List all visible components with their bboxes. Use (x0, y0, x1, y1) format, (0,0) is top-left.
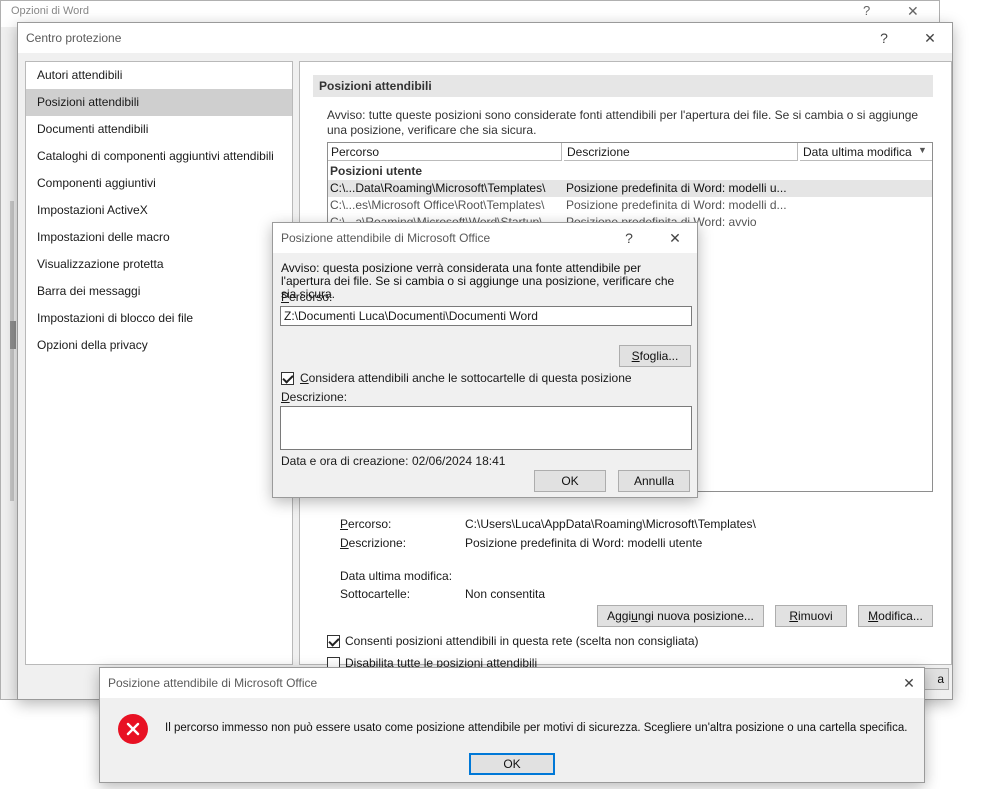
error-close-button[interactable]: ✕ (898, 672, 920, 694)
remove-location-button[interactable]: Rimuovi (775, 605, 847, 627)
nav-item[interactable]: Impostazioni di blocco dei file (26, 305, 292, 332)
row-description: Posizione predefinita di Word: modelli d… (566, 198, 787, 212)
trusted-location-path-input[interactable]: Z:\Documenti Luca\Documenti\Documenti Wo… (280, 306, 692, 326)
trusted-location-cancel-button[interactable]: Annulla (618, 470, 690, 492)
nav-item-label: Impostazioni di blocco dei file (37, 311, 194, 325)
nav-item[interactable]: Visualizzazione protetta (26, 251, 292, 278)
table-row[interactable]: C:\...es\Microsoft Office\Root\Templates… (328, 197, 932, 214)
nav-item-label: Autori attendibili (37, 68, 123, 82)
locations-warning: Avviso: tutte queste posizioni sono cons… (327, 108, 919, 137)
trusted-location-title: Posizione attendibile di Microsoft Offic… (281, 231, 491, 245)
detail-desc-value: Posizione predefinita di Word: modelli u… (465, 536, 703, 550)
detail-subfolders-label: Sottocartelle: (340, 587, 411, 601)
nav-item[interactable]: Componenti aggiuntivi (26, 170, 292, 197)
nav-item[interactable]: Opzioni della privacy (26, 332, 292, 359)
word-options-close-button[interactable]: ✕ (907, 3, 919, 20)
nav-item[interactable]: Impostazioni delle macro (26, 224, 292, 251)
error-ok-button[interactable]: OK (469, 753, 555, 775)
created-value: 02/06/2024 18:41 (412, 454, 506, 468)
add-location-button[interactable]: Aggiungi nuova posizione... (597, 605, 764, 627)
trusted-location-close-button[interactable]: ✕ (664, 227, 686, 249)
column-header-description-label: Descrizione (567, 145, 630, 159)
column-header-description[interactable]: Descrizione (564, 143, 798, 161)
error-icon (118, 714, 148, 744)
nav-item[interactable]: Cataloghi di componenti aggiuntivi atten… (26, 143, 292, 170)
detail-desc-label: Descrizione: (340, 536, 407, 550)
word-options-scroll-thumb[interactable] (10, 321, 16, 349)
table-row[interactable]: C:\...Data\Roaming\Microsoft\Templates\ P… (328, 180, 932, 197)
trust-center-titlebar: Centro protezione ? ✕ (18, 23, 952, 53)
trust-center-help-button[interactable]: ? (873, 27, 895, 49)
trusted-location-help-button[interactable]: ? (618, 227, 640, 249)
error-titlebar: Posizione attendibile di Microsoft Offic… (100, 668, 924, 698)
nav-item-label: Componenti aggiuntivi (37, 176, 156, 190)
nav-item-label: Posizioni attendibili (37, 95, 140, 109)
browse-button[interactable]: Sfoglia... (619, 345, 691, 367)
word-options-help-button[interactable]: ? (863, 3, 870, 18)
word-options-title: Opzioni di Word (11, 5, 90, 17)
column-header-path-label: Percorso (331, 145, 380, 159)
detail-subfolders-value: Non consentita (465, 587, 546, 601)
nav-item-label: Visualizzazione protetta (37, 257, 164, 271)
word-options-scrollbar[interactable] (10, 201, 14, 501)
row-description: Posizione predefinita di Word: modelli u… (566, 181, 787, 195)
trust-center-title: Centro protezione (26, 31, 122, 45)
row-path: C:\...Data\Roaming\Microsoft\Templates\ (330, 181, 546, 195)
trusted-location-path-label: Percorso: (281, 290, 333, 304)
detail-path-value: C:\Users\Luca\AppData\Roaming\Microsoft\… (465, 517, 756, 531)
trusted-location-desc-label: Descrizione: (281, 390, 348, 404)
nav-item-label: Barra dei messaggi (37, 284, 141, 298)
error-title: Posizione attendibile di Microsoft Offic… (108, 676, 318, 690)
trust-subfolders-label: Considera attendibili anche le sottocart… (300, 371, 632, 385)
section-header: Posizioni attendibili (319, 79, 432, 93)
error-message: Il percorso immesso non può essere usato… (165, 722, 908, 734)
section-header-bar: Posizioni attendibili (313, 75, 933, 97)
trust-center-close-button[interactable]: ✕ (919, 27, 941, 49)
nav-item[interactable]: Posizioni attendibili (26, 89, 292, 116)
column-header-path[interactable]: Percorso (328, 143, 562, 161)
column-header-modified-label: Data ultima modifica (803, 145, 912, 159)
detail-modified-label: Data ultima modifica: (340, 569, 453, 583)
trusted-location-titlebar: Posizione attendibile di Microsoft Offic… (273, 223, 697, 253)
nav-item[interactable]: Autori attendibili (26, 62, 292, 89)
nav-item-label: Impostazioni ActiveX (37, 203, 148, 217)
trust-subfolders-checkbox[interactable] (281, 372, 294, 385)
trusted-location-warning: Avviso: questa posizione verrà considera… (281, 261, 675, 301)
trust-center-nav: Autori attendibili Posizioni attendibili D… (25, 61, 293, 665)
nav-item-label: Opzioni della privacy (37, 338, 148, 352)
group-header: Posizioni utente (330, 164, 423, 178)
sort-chevron-down-icon[interactable]: ▼ (918, 145, 927, 155)
nav-item[interactable]: Impostazioni ActiveX (26, 197, 292, 224)
nav-item[interactable]: Barra dei messaggi (26, 278, 292, 305)
nav-item-label: Impostazioni delle macro (37, 230, 170, 244)
created-label: Data e ora di creazione: (281, 454, 409, 468)
allow-network-locations-label: Consenti posizioni attendibili in questa… (345, 634, 699, 648)
modify-location-button[interactable]: Modifica... (858, 605, 933, 627)
nav-item-label: Cataloghi di componenti aggiuntivi atten… (37, 149, 274, 163)
nav-item-label: Documenti attendibili (37, 122, 149, 136)
column-header-modified[interactable]: Data ultima modifica ▼ (800, 143, 932, 161)
detail-path-label: Percorso: (340, 517, 392, 531)
row-path: C:\...es\Microsoft Office\Root\Templates… (330, 198, 545, 212)
error-dialog: Posizione attendibile di Microsoft Offic… (99, 667, 925, 783)
trusted-location-dialog: Posizione attendibile di Microsoft Offic… (272, 222, 698, 498)
allow-network-locations-checkbox[interactable] (327, 635, 340, 648)
trusted-location-desc-input[interactable] (280, 406, 692, 450)
nav-item[interactable]: Documenti attendibili (26, 116, 292, 143)
trusted-location-ok-button[interactable]: OK (534, 470, 606, 492)
